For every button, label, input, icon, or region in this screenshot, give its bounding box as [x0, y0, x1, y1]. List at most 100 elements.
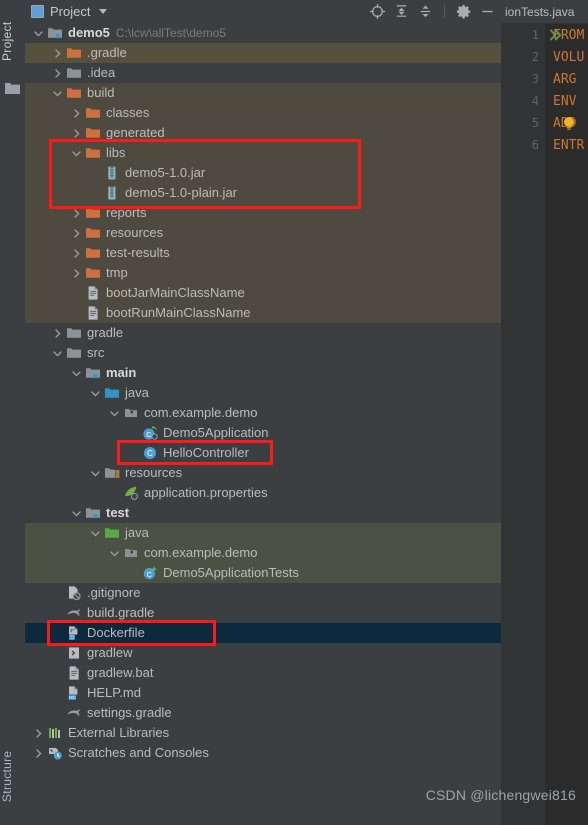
tree-row[interactable]: tmp — [25, 263, 501, 283]
gutter-line[interactable]: 3 — [501, 68, 545, 90]
chevron-right-icon[interactable] — [33, 748, 44, 759]
tree-row[interactable]: test — [25, 503, 501, 523]
tree-row-label: Scratches and Consoles — [68, 745, 209, 760]
chevron-right-icon[interactable] — [71, 228, 82, 239]
tree-row[interactable]: generated — [25, 123, 501, 143]
chevron-down-icon[interactable] — [109, 408, 120, 419]
tree-row[interactable]: gradle — [25, 323, 501, 343]
tree-row[interactable]: java — [25, 523, 501, 543]
chevron-right-icon[interactable] — [52, 328, 63, 339]
code-line[interactable]: ADD — [553, 112, 588, 134]
chevron-down-icon[interactable] — [71, 368, 82, 379]
tree-row[interactable]: C HelloController — [25, 443, 501, 463]
tool-window-tab-structure[interactable]: Structure — [0, 737, 25, 815]
tree-row[interactable]: gradlew — [25, 643, 501, 663]
tree-row-label: java — [125, 385, 149, 400]
spring-properties-icon — [123, 485, 139, 501]
tree-row[interactable]: reports — [25, 203, 501, 223]
tree-row[interactable]: main — [25, 363, 501, 383]
chevron-down-icon[interactable] — [90, 528, 101, 539]
tree-row[interactable]: MD HELP.md — [25, 683, 501, 703]
project-view-selector[interactable]: Project — [25, 4, 108, 19]
chevron-right-icon[interactable] — [52, 68, 63, 79]
tree-row-label: test — [106, 505, 130, 520]
tree-row[interactable]: demo5 C:\lcw\allTest\demo5 — [25, 23, 501, 43]
chevron-right-icon[interactable] — [71, 208, 82, 219]
tree-row[interactable]: com.example.demo — [25, 543, 501, 563]
chevron-down-icon[interactable] — [109, 548, 120, 559]
tree-row[interactable]: C Demo5ApplicationTests — [25, 563, 501, 583]
gear-icon[interactable] — [456, 4, 471, 19]
chevron-down-icon[interactable] — [90, 388, 101, 399]
tree-row[interactable]: resources — [25, 463, 501, 483]
editor-gutter[interactable]: 1 2 3 4 5 6 — [501, 24, 562, 825]
tree-row[interactable]: .idea — [25, 63, 501, 83]
code-line[interactable]: ENV — [553, 90, 588, 112]
tool-window-tab-project[interactable]: Project — [0, 6, 25, 76]
code-line[interactable]: ENTR — [553, 134, 588, 156]
tree-row[interactable]: bootRunMainClassName — [25, 303, 501, 323]
gutter-line[interactable]: 2 — [501, 46, 545, 68]
intention-bulb-icon[interactable] — [562, 116, 576, 131]
tree-row[interactable]: .gitignore — [25, 583, 501, 603]
chevron-down-icon[interactable] — [52, 88, 63, 99]
select-opened-file-icon[interactable] — [370, 4, 385, 19]
editor-tab[interactable]: ionTests.java — [501, 0, 588, 24]
tree-row[interactable]: build.gradle — [25, 603, 501, 623]
chevron-right-icon[interactable] — [52, 48, 63, 59]
chevron-down-icon[interactable] — [71, 508, 82, 519]
tree-row[interactable]: resources — [25, 223, 501, 243]
hide-icon[interactable] — [480, 4, 495, 19]
tree-row-label: com.example.demo — [144, 405, 258, 420]
tree-row[interactable]: com.example.demo — [25, 403, 501, 423]
tree-row[interactable]: demo5-1.0.jar — [25, 163, 501, 183]
chevron-down-icon[interactable] — [99, 9, 108, 14]
editor-body[interactable]: 1 2 3 4 5 6 FROM VOLU ARG ENV ADD ENTR — [501, 24, 588, 825]
module-folder-icon — [85, 505, 101, 521]
gutter-line[interactable]: 1 — [501, 24, 562, 46]
tree-row-label: demo5-1.0.jar — [125, 165, 206, 180]
tree-row[interactable]: bootJarMainClassName — [25, 283, 501, 303]
chevron-right-icon[interactable] — [71, 248, 82, 259]
markdown-file-icon: MD — [66, 685, 82, 701]
tree-row-label: application.properties — [144, 485, 268, 500]
chevron-down-icon[interactable] — [90, 468, 101, 479]
code-line[interactable]: ARG — [553, 68, 588, 90]
tree-row-label: classes — [106, 105, 150, 120]
expand-all-icon[interactable] — [394, 4, 409, 19]
test-class-icon: C — [142, 565, 158, 581]
tree-row[interactable]: build — [25, 83, 501, 103]
code-line[interactable]: VOLU — [553, 46, 588, 68]
tree-row[interactable]: D Dockerfile — [25, 623, 501, 643]
gutter-line[interactable]: 4 — [501, 90, 545, 112]
code-token-keyword: FROM — [553, 27, 585, 43]
collapse-all-icon[interactable] — [418, 4, 433, 19]
folder-icon — [5, 82, 20, 94]
tree-row[interactable]: gradlew.bat — [25, 663, 501, 683]
tree-row[interactable]: application.properties — [25, 483, 501, 503]
tree-row[interactable]: classes — [25, 103, 501, 123]
chevron-right-icon[interactable] — [33, 728, 44, 739]
chevron-right-icon[interactable] — [71, 268, 82, 279]
gutter-line[interactable]: 5 — [501, 112, 545, 134]
chevron-right-icon[interactable] — [71, 128, 82, 139]
editor-code[interactable]: FROM VOLU ARG ENV ADD ENTR — [553, 24, 588, 825]
code-line[interactable]: FROM — [553, 24, 588, 46]
tree-row[interactable]: src — [25, 343, 501, 363]
tree-row-label: Demo5ApplicationTests — [163, 565, 299, 580]
gutter-line[interactable]: 6 — [501, 134, 545, 156]
tree-row[interactable]: java — [25, 383, 501, 403]
tree-row[interactable]: C Demo5Application — [25, 423, 501, 443]
tree-row[interactable]: External Libraries — [25, 723, 501, 743]
tree-row[interactable]: demo5-1.0-plain.jar — [25, 183, 501, 203]
tree-row[interactable]: Scratches and Consoles — [25, 743, 501, 763]
tree-row[interactable]: settings.gradle — [25, 703, 501, 723]
chevron-right-icon[interactable] — [71, 108, 82, 119]
tree-row[interactable]: .gradle — [25, 43, 501, 63]
tree-row[interactable]: libs — [25, 143, 501, 163]
tree-row[interactable]: test-results — [25, 243, 501, 263]
chevron-down-icon[interactable] — [71, 148, 82, 159]
chevron-down-icon[interactable] — [33, 28, 44, 39]
project-tree[interactable]: demo5 C:\lcw\allTest\demo5 .gradle .idea bui… — [25, 23, 501, 825]
chevron-down-icon[interactable] — [52, 348, 63, 359]
